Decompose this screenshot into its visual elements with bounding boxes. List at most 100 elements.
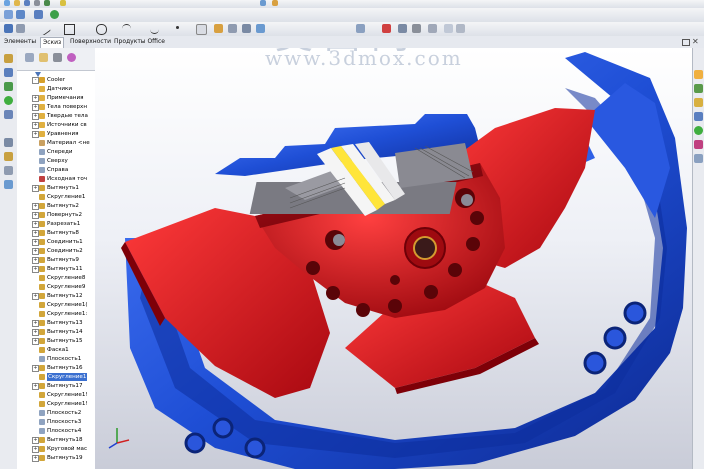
- instant2d-icon[interactable]: [412, 24, 421, 33]
- tree-item[interactable]: + Вытянуть9: [17, 256, 95, 264]
- note-tool-icon[interactable]: [4, 110, 13, 119]
- offset-icon[interactable]: [242, 24, 251, 33]
- tree-item[interactable]: + Примечания: [17, 94, 95, 102]
- tree-item[interactable]: Плоскость1: [17, 355, 95, 363]
- tree-item[interactable]: Плоскость4: [17, 427, 95, 435]
- tree-item[interactable]: + Соединить2: [17, 247, 95, 255]
- tree-item[interactable]: + Вытянуть13: [17, 319, 95, 327]
- tab-surfaces[interactable]: Поверхности: [68, 37, 113, 47]
- tree-item[interactable]: Датчики: [17, 85, 95, 93]
- tree-item[interactable]: + Твердые тела: [17, 112, 95, 120]
- green-dot-icon[interactable]: [4, 96, 13, 105]
- tab-sketch[interactable]: Эскиз: [40, 37, 65, 48]
- pattern-icon[interactable]: [256, 24, 265, 33]
- tree-item[interactable]: + Круговой мас: [17, 445, 95, 453]
- appearances-icon[interactable]: [694, 140, 703, 149]
- mass-props-icon[interactable]: [4, 166, 13, 175]
- tree-item[interactable]: Скругление1: [17, 373, 95, 381]
- tree-item[interactable]: Исходная точ: [17, 175, 95, 183]
- file-explorer-icon[interactable]: [694, 98, 703, 107]
- rectangle-icon[interactable]: [64, 24, 75, 35]
- tree-item[interactable]: + Вытянуть8: [17, 229, 95, 237]
- rebuild-icon[interactable]: [60, 0, 66, 6]
- display-style-icon[interactable]: [50, 10, 59, 19]
- trim-icon[interactable]: [214, 24, 223, 33]
- tree-item[interactable]: Скругление8: [17, 274, 95, 282]
- tab-features[interactable]: Элементы: [2, 37, 38, 47]
- quick-snap-icon[interactable]: [398, 24, 407, 33]
- curve-tool-icon[interactable]: [4, 82, 13, 91]
- line-icon[interactable]: [37, 22, 52, 36]
- dimension-tool-icon[interactable]: [4, 138, 13, 147]
- tree-item[interactable]: + Вытянуть1: [17, 184, 95, 192]
- design-library-icon[interactable]: [694, 84, 703, 93]
- rapid-sketch-icon[interactable]: [444, 24, 453, 33]
- tree-item[interactable]: + Вытянуть11: [17, 265, 95, 273]
- expand-toggle-icon[interactable]: +: [32, 293, 39, 300]
- tree-item[interactable]: + Вытянуть19: [17, 454, 95, 462]
- tree-item[interactable]: + Вытянуть2: [17, 202, 95, 210]
- sketch-picture-icon[interactable]: [456, 24, 465, 33]
- print-icon[interactable]: [34, 0, 40, 6]
- config-manager-tab-icon[interactable]: [53, 53, 62, 62]
- line-tool-icon[interactable]: [4, 68, 13, 77]
- spline-icon[interactable]: [150, 24, 159, 34]
- view-orientation-icon[interactable]: [4, 10, 13, 19]
- tree-item[interactable]: + Вытянуть17: [17, 382, 95, 390]
- sketch-tool-icon[interactable]: [4, 54, 13, 63]
- expand-toggle-icon[interactable]: +: [32, 185, 39, 192]
- expand-toggle-icon[interactable]: +: [32, 320, 39, 327]
- sketch-icon[interactable]: [16, 10, 25, 19]
- expand-toggle-icon[interactable]: +: [32, 131, 39, 138]
- relations-icon[interactable]: [356, 24, 365, 33]
- save-icon[interactable]: [24, 0, 30, 6]
- expand-toggle-icon[interactable]: +: [32, 365, 39, 372]
- circle-icon[interactable]: [96, 24, 107, 35]
- tree-item[interactable]: Скругление1!: [17, 400, 95, 408]
- open-icon[interactable]: [14, 0, 20, 6]
- tree-item[interactable]: Сверху: [17, 157, 95, 165]
- tree-item[interactable]: Скругление9: [17, 283, 95, 291]
- text-icon[interactable]: [196, 24, 207, 35]
- options-icon[interactable]: [260, 0, 266, 6]
- tree-item[interactable]: + Вытянуть18: [17, 436, 95, 444]
- expand-toggle-icon[interactable]: +: [32, 212, 39, 219]
- measure-tool-icon[interactable]: [4, 152, 13, 161]
- home-icon[interactable]: [694, 70, 703, 79]
- search-icon[interactable]: [694, 112, 703, 121]
- expand-toggle-icon[interactable]: +: [32, 266, 39, 273]
- tree-item[interactable]: Скругление1(: [17, 301, 95, 309]
- expand-toggle-icon[interactable]: +: [32, 329, 39, 336]
- tree-item[interactable]: Фаска1: [17, 346, 95, 354]
- undo-icon[interactable]: [44, 0, 50, 6]
- view-palette-icon[interactable]: [694, 126, 703, 135]
- graphics-viewport[interactable]: 莫西网 www.3dmox.com: [95, 48, 692, 469]
- tree-item[interactable]: + Вытянуть14: [17, 328, 95, 336]
- tree-item[interactable]: + Вытянуть12: [17, 292, 95, 300]
- tree-item[interactable]: Скругление1:: [17, 310, 95, 318]
- expand-toggle-icon[interactable]: +: [32, 95, 39, 102]
- expand-toggle-icon[interactable]: +: [32, 446, 39, 453]
- expand-toggle-icon[interactable]: +: [32, 230, 39, 237]
- tree-item[interactable]: Плоскость3: [17, 418, 95, 426]
- expand-toggle-icon[interactable]: +: [32, 113, 39, 120]
- expand-toggle-icon[interactable]: +: [32, 338, 39, 345]
- tree-item[interactable]: + Тела поверхн: [17, 103, 95, 111]
- expand-toggle-icon[interactable]: +: [32, 203, 39, 210]
- tree-item[interactable]: + Уравнения: [17, 130, 95, 138]
- tree-item[interactable]: + Соединить1: [17, 238, 95, 246]
- tree-item[interactable]: + Вытянуть16: [17, 364, 95, 372]
- tree-item[interactable]: Плоскость2: [17, 409, 95, 417]
- new-icon[interactable]: [4, 0, 10, 6]
- tree-item[interactable]: Материал <не: [17, 139, 95, 147]
- feature-manager-tab-icon[interactable]: [25, 53, 34, 62]
- tree-item[interactable]: + Источники св: [17, 121, 95, 129]
- help-icon[interactable]: [272, 0, 278, 6]
- arc-icon[interactable]: [122, 24, 131, 34]
- expand-toggle-icon[interactable]: +: [32, 104, 39, 111]
- tree-item[interactable]: + Повернуть2: [17, 211, 95, 219]
- property-manager-tab-icon[interactable]: [39, 53, 48, 62]
- expand-toggle-icon[interactable]: +: [32, 257, 39, 264]
- smart-dimension-icon[interactable]: [4, 24, 13, 33]
- exit-sketch-icon[interactable]: [16, 24, 25, 33]
